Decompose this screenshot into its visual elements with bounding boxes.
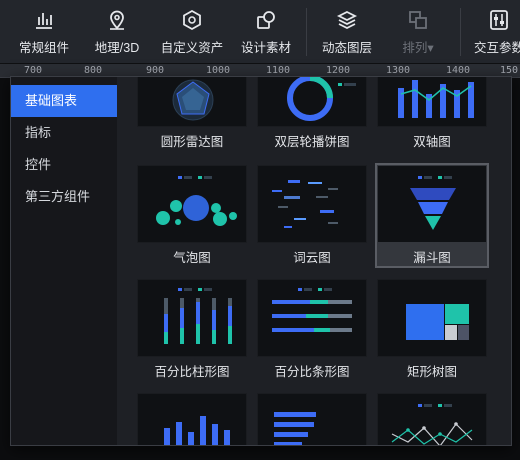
design-material-button[interactable]: 设计素材 — [236, 0, 296, 64]
card-bubble-chart[interactable]: 气泡图 — [137, 165, 247, 266]
ruler-tick: 1200 — [326, 65, 351, 76]
toolbar-label: 交互参数 — [473, 40, 520, 55]
toolbar-label: 常规组件 — [18, 40, 69, 55]
ruler-tick: 1100 — [266, 65, 291, 76]
card-thumbnail — [377, 393, 487, 445]
card-thumbnail — [257, 279, 367, 357]
toolbar-label: 自定义资产 — [160, 40, 224, 55]
card-thumbnail — [257, 77, 367, 127]
word-cloud-icon — [272, 180, 338, 228]
card-percent-bar-chart[interactable]: 百分比条形图 — [257, 279, 367, 380]
column-chart-icon — [164, 416, 230, 445]
custom-assets-button[interactable]: 自定义资产 — [158, 0, 226, 64]
card-thumbnail — [137, 393, 247, 445]
card-thumbnail — [137, 165, 247, 243]
ruler-tick: 700 — [24, 65, 43, 76]
top-toolbar: 常规组件 地理/3D 自定义资产 设计素材 动态图层 排列▾ 交互参数 — [0, 0, 520, 64]
card-thumbnail — [377, 165, 487, 243]
map-pin-icon — [110, 10, 124, 30]
card-thumbnail — [257, 165, 367, 243]
interaction-params-button[interactable]: 交互参数 — [468, 0, 520, 64]
design-material-icon — [257, 10, 275, 29]
card-thumbnail — [377, 77, 487, 127]
ruler-tick: 1400 — [446, 65, 471, 76]
category-sidebar: 基础图表 指标 控件 第三方组件 — [11, 77, 117, 445]
card-word-cloud[interactable]: 词云图 — [257, 165, 367, 266]
arrange-icon — [409, 10, 427, 29]
geo-3d-button[interactable]: 地理/3D — [86, 0, 148, 64]
percent-column-chart-icon — [164, 288, 232, 344]
bubble-chart-icon — [156, 176, 237, 226]
percent-bar-chart-icon — [272, 288, 352, 332]
radar-chart-icon — [172, 79, 214, 121]
card-line-chart[interactable] — [377, 393, 487, 445]
dynamic-layers-button[interactable]: 动态图层 — [316, 0, 378, 64]
sliders-icon — [490, 9, 508, 30]
ruler-tick: 1300 — [386, 65, 411, 76]
bar-chart-icon — [36, 12, 52, 29]
hexagon-icon — [183, 9, 201, 30]
toolbar-label: 排列▾ — [402, 40, 434, 55]
toolbar-label: 地理/3D — [94, 40, 140, 55]
component-picker-panel: 基础图表 指标 控件 第三方组件 圆形雷达图 双层轮播饼图 双轴图 气泡图 词云… — [10, 76, 512, 446]
layers-icon — [336, 10, 358, 29]
sidebar-item-third-party[interactable]: 第三方组件 — [11, 181, 117, 213]
treemap-chart-icon — [406, 304, 469, 340]
bar-chart-icon — [274, 412, 316, 445]
sidebar-item-indicators[interactable]: 指标 — [11, 117, 117, 149]
card-caption: 词云图 — [293, 251, 331, 265]
card-thumbnail — [137, 77, 247, 127]
card-treemap-chart[interactable]: 矩形树图 — [377, 279, 487, 380]
card-caption: 漏斗图 — [413, 251, 451, 265]
ruler-tick: 1000 — [206, 65, 231, 76]
card-caption: 百分比条形图 — [274, 365, 350, 379]
card-caption: 百分比柱形图 — [154, 365, 230, 379]
card-caption: 气泡图 — [173, 251, 211, 265]
toolbar-label: 动态图层 — [321, 40, 372, 55]
component-grid: 圆形雷达图 双层轮播饼图 双轴图 气泡图 词云图 漏斗图 百分比柱形图 百分比条… — [117, 77, 511, 445]
donut-chart-icon — [287, 77, 356, 121]
toolbar-label: 设计素材 — [240, 40, 291, 55]
card-thumbnail — [377, 279, 487, 357]
card-funnel-chart[interactable]: 漏斗图 — [375, 163, 489, 268]
dual-axis-chart-icon — [398, 80, 474, 118]
card-percent-column-chart[interactable]: 百分比柱形图 — [137, 279, 247, 380]
card-caption: 双轴图 — [413, 135, 451, 149]
sidebar-item-basic-charts[interactable]: 基础图表 — [11, 85, 117, 117]
toolbar-divider — [460, 8, 461, 56]
line-chart-icon — [391, 404, 473, 445]
card-bar-chart[interactable] — [257, 393, 367, 445]
card-radar-chart[interactable]: 圆形雷达图 — [137, 77, 247, 150]
regular-components-button[interactable]: 常规组件 — [12, 0, 76, 64]
card-caption: 矩形树图 — [406, 365, 457, 379]
card-column-chart[interactable] — [137, 393, 247, 445]
funnel-chart-icon — [410, 176, 456, 230]
card-dual-axis-chart[interactable]: 双轴图 — [377, 77, 487, 150]
card-thumbnail — [137, 279, 247, 357]
card-donut-chart[interactable]: 双层轮播饼图 — [257, 77, 367, 150]
card-thumbnail — [257, 393, 367, 445]
sidebar-item-controls[interactable]: 控件 — [11, 149, 117, 181]
card-caption: 圆形雷达图 — [160, 135, 224, 149]
card-caption: 双层轮播饼图 — [274, 135, 350, 149]
arrange-button[interactable]: 排列▾ — [392, 0, 444, 64]
ruler-tick: 150 — [500, 65, 519, 76]
ruler-tick: 900 — [146, 65, 165, 76]
ruler-tick: 800 — [84, 65, 103, 76]
toolbar-divider — [306, 8, 307, 56]
